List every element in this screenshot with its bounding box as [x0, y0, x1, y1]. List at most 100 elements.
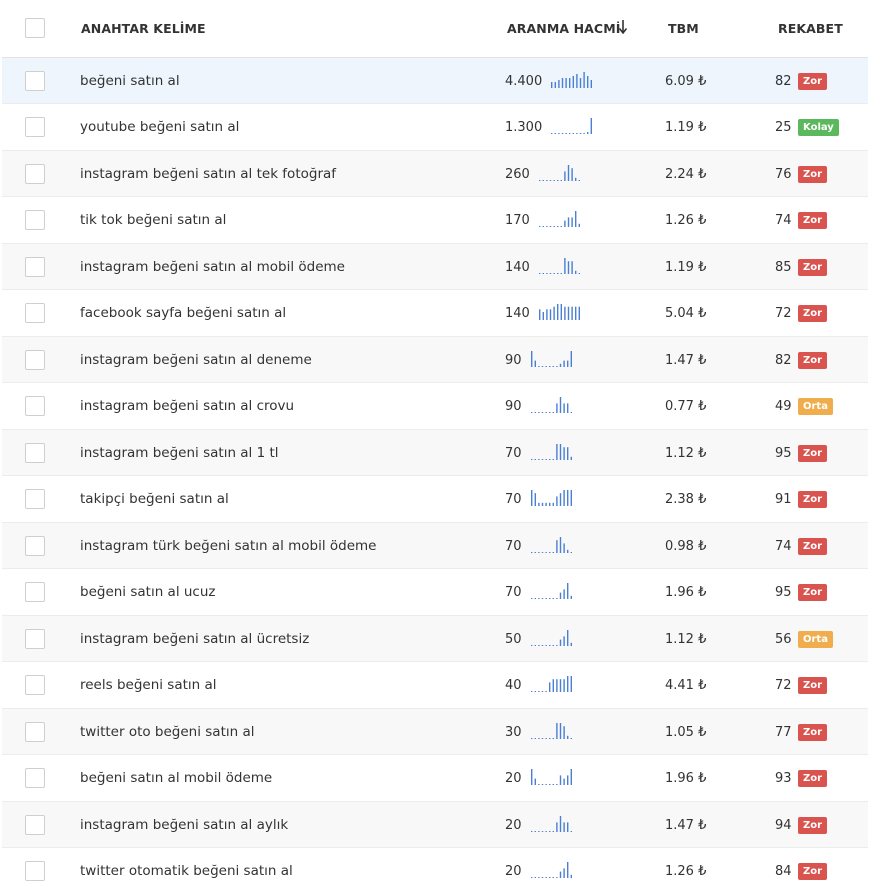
row-checkbox[interactable]: [25, 117, 45, 137]
row-checkbox[interactable]: [25, 535, 45, 556]
competition-score: 95: [775, 445, 792, 461]
table-row[interactable]: tik tok beğeni satın al 170 1.26 ₺ 74 Zor: [2, 197, 868, 244]
keyword-cell[interactable]: instagram beğeni satın al ücretsiz: [80, 631, 309, 647]
trend-bar: [557, 226, 559, 227]
competition-score: 82: [775, 352, 792, 368]
header-volume[interactable]: ARANMA HACMİ: [507, 21, 621, 36]
table-row[interactable]: youtube beğeni satın al 1.300 1.19 ₺ 25 Kola…: [2, 104, 868, 151]
trend-bar: [545, 458, 547, 460]
volume-cell: 70: [505, 445, 522, 461]
trend-bar: [552, 365, 554, 367]
volume-cell: 50: [505, 631, 522, 647]
trend-bar: [542, 226, 544, 227]
trend-bar: [570, 490, 572, 506]
table-row[interactable]: takipçi beğeni satın al 70 2.38 ₺ 91 Zor: [2, 476, 868, 523]
table-row[interactable]: reels beğeni satın al 40 4.41 ₺ 72 Zor: [2, 662, 868, 709]
trend-bar: [571, 217, 573, 227]
row-checkbox[interactable]: [25, 442, 45, 463]
keyword-cell[interactable]: instagram beğeni satın al tek fotoğraf: [80, 166, 336, 182]
table-row[interactable]: instagram beğeni satın al mobil ödeme 140…: [2, 243, 868, 290]
keyword-cell[interactable]: reels beğeni satın al: [80, 677, 217, 693]
row-checkbox[interactable]: [25, 489, 45, 509]
trend-bar: [534, 598, 536, 599]
trend-bar: [563, 778, 565, 785]
row-checkbox[interactable]: [25, 163, 45, 184]
trend-bar: [583, 71, 585, 88]
trend-bar: [542, 179, 544, 181]
trend-bar: [549, 272, 552, 274]
table-row[interactable]: twitter otomatik beğeni satın al 20 1.26 ₺…: [2, 848, 868, 883]
trend-bar: [557, 179, 559, 181]
trend-bar: [567, 821, 569, 832]
header-competition[interactable]: REKABET: [778, 21, 843, 36]
table-row[interactable]: beğeni satın al ucuz 70 1.96 ₺ 95 Zor: [2, 569, 868, 616]
row-checkbox[interactable]: [25, 210, 45, 230]
keyword-cell[interactable]: instagram beğeni satın al deneme: [80, 352, 312, 368]
row-checkbox[interactable]: [25, 396, 45, 416]
table-row[interactable]: beğeni satın al mobil ödeme 20 1.96 ₺ 93 Zor: [2, 755, 868, 802]
table-row[interactable]: instagram beğeni satın al crovu 90 0.77 ₺ 4…: [2, 383, 868, 430]
row-checkbox[interactable]: [25, 70, 45, 91]
trend-sparkline: [531, 490, 572, 506]
trend-bar: [531, 551, 533, 553]
keyword-cell[interactable]: beğeni satın al mobil ödeme: [80, 770, 272, 786]
keyword-cell[interactable]: twitter otomatik beğeni satın al: [80, 863, 293, 879]
competition-score: 76: [775, 166, 792, 182]
trend-bar: [575, 211, 577, 227]
keyword-cell[interactable]: instagram türk beğeni satın al mobil öde…: [80, 538, 376, 554]
row-checkbox[interactable]: [25, 675, 45, 695]
trend-bar: [549, 458, 551, 460]
trend-sparkline: [531, 443, 572, 460]
row-checkbox[interactable]: [25, 303, 45, 323]
volume-cell: 260: [505, 166, 530, 182]
keyword-cell[interactable]: beğeni satın al: [80, 73, 180, 89]
trend-bar: [556, 679, 558, 692]
keyword-cell[interactable]: instagram beğeni satın al crovu: [80, 398, 294, 414]
keyword-cell[interactable]: instagram beğeni satın al aylık: [80, 817, 288, 833]
keyword-cell[interactable]: takipçi beğeni satın al: [80, 491, 229, 507]
keyword-cell[interactable]: beğeni satın al ucuz: [80, 584, 215, 600]
select-all-checkbox[interactable]: [25, 18, 45, 38]
row-checkbox[interactable]: [25, 628, 45, 649]
trend-bar: [538, 365, 540, 367]
trend-sparkline: [551, 118, 592, 134]
trend-bar: [578, 223, 580, 227]
table-row[interactable]: instagram beğeni satın al aylık 20 1.47 ₺ 9…: [2, 801, 868, 848]
row-checkbox[interactable]: [25, 768, 45, 788]
trend-bar: [560, 179, 562, 181]
trend-bar: [563, 403, 565, 413]
row-checkbox[interactable]: [25, 582, 45, 602]
table-row[interactable]: instagram beğeni satın al deneme 90 1.47 ₺…: [2, 336, 868, 383]
keyword-cell[interactable]: instagram beğeni satın al mobil ödeme: [80, 259, 345, 275]
table-row[interactable]: instagram beğeni satın al tek fotoğraf 26…: [2, 150, 868, 197]
row-checkbox[interactable]: [25, 349, 45, 370]
header-cpc[interactable]: TBM: [668, 21, 699, 36]
sort-down-arrow-icon[interactable]: [618, 18, 628, 36]
trend-bar: [542, 312, 544, 320]
row-checkbox[interactable]: [25, 721, 45, 742]
table-row[interactable]: instagram beğeni satın al 1 tl 70 1.12 ₺ 95…: [2, 429, 868, 476]
row-checkbox[interactable]: [25, 814, 45, 835]
cpc-cell: 5.04 ₺: [665, 306, 707, 321]
trend-bar: [545, 598, 547, 599]
trend-bar: [563, 446, 565, 460]
row-checkbox[interactable]: [25, 256, 45, 277]
table-row[interactable]: twitter oto beğeni satın al 30 1.05 ₺ 77 Zor: [2, 708, 868, 755]
trend-bar: [563, 821, 565, 832]
table-row[interactable]: facebook sayfa beğeni satın al 140 5.04 ₺ 7…: [2, 290, 868, 337]
volume-cell: 40: [505, 678, 522, 693]
trend-bar: [560, 272, 562, 274]
competition-score: 94: [775, 817, 792, 833]
row-checkbox[interactable]: [25, 861, 45, 881]
keyword-cell[interactable]: instagram beğeni satın al 1 tl: [80, 445, 279, 461]
table-row[interactable]: instagram beğeni satın al ücretsiz 50 1.12…: [2, 615, 868, 662]
keyword-cell[interactable]: tik tok beğeni satın al: [80, 212, 226, 228]
keyword-cell[interactable]: facebook sayfa beğeni satın al: [80, 305, 286, 321]
cpc-cell: 2.38 ₺: [665, 492, 707, 507]
keyword-cell[interactable]: youtube beğeni satın al: [80, 119, 239, 135]
table-row[interactable]: instagram türk beğeni satın al mobil öde…: [2, 522, 868, 569]
trend-bar: [565, 133, 567, 134]
header-keyword[interactable]: ANAHTAR KELİME: [81, 21, 206, 36]
table-row[interactable]: beğeni satın al 4.400 6.09 ₺ 82 Zor: [2, 57, 868, 104]
keyword-cell[interactable]: twitter oto beğeni satın al: [80, 724, 255, 740]
